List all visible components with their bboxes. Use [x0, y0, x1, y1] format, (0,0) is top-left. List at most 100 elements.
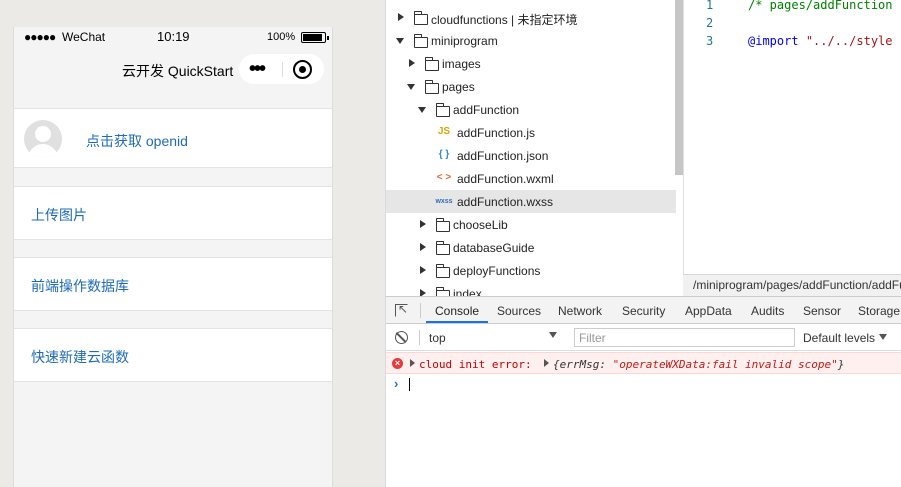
folder-icon: [436, 218, 450, 232]
get-openid-link[interactable]: 点击获取 openid: [86, 131, 188, 151]
error-object-open: {errMsg:: [553, 358, 613, 371]
tree-folder[interactable]: images: [386, 52, 676, 75]
tree-item-label: images: [442, 57, 481, 71]
import-keyword: @import: [748, 34, 799, 48]
tree-item-label: chooseLib: [453, 218, 508, 232]
inspect-element-icon[interactable]: [395, 302, 408, 317]
menu-capsule[interactable]: •••: [239, 54, 324, 84]
wxss-file-icon: wxss: [435, 198, 453, 205]
tree-item-label: pages: [442, 80, 475, 94]
tree-item-label: miniprogram: [431, 34, 498, 48]
folder-open-icon: [436, 103, 450, 117]
battery-icon: [301, 32, 329, 43]
database-link[interactable]: 前端操作数据库: [31, 276, 129, 296]
console-toolbar: top Filter Default levels: [386, 324, 901, 351]
capsule-divider: [282, 62, 283, 77]
chevron-right-icon[interactable]: [420, 266, 426, 274]
error-object-close: }: [837, 358, 845, 371]
avatar-head-icon: [35, 126, 51, 142]
js-file-icon: JS: [437, 126, 451, 137]
wxml-file-icon: < >: [436, 172, 452, 183]
tab-sources[interactable]: Sources: [497, 304, 541, 318]
expand-caret-icon[interactable]: [410, 359, 415, 367]
log-levels-select[interactable]: Default levels: [803, 331, 875, 345]
upload-image-card[interactable]: 上传图片: [14, 186, 332, 240]
tree-item-label: addFunction.wxss: [457, 195, 554, 209]
tab-sensor[interactable]: Sensor: [803, 304, 841, 318]
folder-icon: [436, 241, 450, 255]
tree-item-label: addFunction.js: [457, 126, 536, 140]
tab-appdata[interactable]: AppData: [685, 304, 732, 318]
tab-audits[interactable]: Audits: [751, 304, 784, 318]
chevron-right-icon[interactable]: [420, 243, 426, 251]
devtools-panel: Console Sources Network Security AppData…: [385, 296, 901, 487]
devtools-tab-bar: Console Sources Network Security AppData…: [386, 297, 901, 324]
tree-folder[interactable]: pages: [386, 75, 676, 98]
error-icon: ×: [392, 358, 403, 369]
cloud-function-card[interactable]: 快速新建云函数: [14, 328, 332, 382]
avatar: [24, 120, 62, 158]
more-icon[interactable]: •••: [249, 58, 266, 81]
avatar-body-icon: [28, 144, 58, 158]
openid-card[interactable]: 点击获取 openid: [14, 108, 332, 168]
status-time: 10:19: [157, 29, 190, 44]
tab-divider: [420, 303, 421, 318]
chevron-right-icon[interactable]: [409, 59, 415, 67]
chevron-down-icon[interactable]: [549, 332, 557, 338]
file-tree-scrollbar[interactable]: [675, 0, 683, 175]
tree-file[interactable]: { } addFunction.json: [386, 144, 676, 167]
clear-console-icon[interactable]: [395, 331, 408, 344]
tree-folder[interactable]: databaseGuide: [386, 236, 676, 259]
page-title: 云开发 QuickStart: [122, 63, 234, 79]
tree-folder[interactable]: cloudfunctions | 未指定环境: [386, 6, 676, 29]
line-number: 3: [706, 34, 714, 48]
chevron-right-icon[interactable]: [398, 13, 404, 21]
tree-file[interactable]: JS addFunction.js: [386, 121, 676, 144]
active-tab-indicator: [426, 321, 488, 323]
tab-storage[interactable]: Storage: [858, 304, 900, 318]
line-number: 1: [706, 0, 714, 12]
chevron-down-icon[interactable]: [396, 38, 404, 44]
tree-item-label: deployFunctions: [453, 264, 541, 278]
json-file-icon: { }: [438, 149, 450, 160]
error-object-value: "operateWXData:fail invalid scope": [612, 358, 838, 371]
error-object[interactable]: {errMsg: "operateWXData:fail invalid sco…: [553, 358, 844, 371]
code-line-import: @import "../../style: [748, 34, 893, 48]
tab-network[interactable]: Network: [558, 304, 602, 318]
folder-open-icon: [414, 34, 428, 48]
tab-console[interactable]: Console: [435, 304, 479, 318]
chevron-down-icon[interactable]: [879, 334, 887, 340]
console-prompt[interactable]: ›: [386, 375, 901, 395]
battery-percent: 100%: [267, 31, 296, 43]
tree-item-label: addFunction.wxml: [457, 172, 554, 186]
expand-caret-icon[interactable]: [544, 359, 549, 367]
prompt-chevron-icon: ›: [394, 376, 399, 391]
folder-icon: [436, 264, 450, 278]
tree-file[interactable]: < > addFunction.wxml: [386, 167, 676, 190]
tree-folder[interactable]: chooseLib: [386, 213, 676, 236]
context-select[interactable]: top: [426, 329, 559, 347]
chevron-right-icon[interactable]: [420, 220, 426, 228]
text-cursor: [409, 378, 410, 391]
database-card[interactable]: 前端操作数据库: [14, 257, 332, 311]
folder-open-icon: [425, 80, 439, 94]
tree-folder[interactable]: addFunction: [386, 98, 676, 121]
code-editor[interactable]: 1 /* pages/addFunction 2 3 @import "../.…: [683, 0, 901, 274]
tree-item-label: databaseGuide: [453, 241, 535, 255]
error-message: cloud init error:: [419, 358, 532, 371]
tree-file[interactable]: wxss addFunction.wxss: [386, 190, 676, 213]
cloud-function-link[interactable]: 快速新建云函数: [31, 347, 129, 367]
tree-item-label: cloudfunctions | 未指定环境: [431, 13, 578, 27]
tab-security[interactable]: Security: [622, 304, 665, 318]
folder-icon: [425, 57, 439, 71]
phone-screen: ●●●●● WeChat 10:19 100% 云开发 QuickStart •…: [13, 27, 333, 487]
filter-input[interactable]: Filter: [574, 328, 795, 347]
chevron-down-icon[interactable]: [407, 84, 415, 90]
upload-image-link[interactable]: 上传图片: [31, 205, 87, 225]
file-tree: cloudfunctions | 未指定环境 miniprogram images p…: [385, 0, 683, 298]
console-error-row[interactable]: × cloud init error: {errMsg: "operateWXD…: [386, 352, 901, 374]
tree-folder[interactable]: miniprogram: [386, 29, 676, 52]
tree-folder[interactable]: deployFunctions: [386, 259, 676, 282]
close-record-icon[interactable]: [293, 60, 312, 79]
chevron-down-icon[interactable]: [418, 107, 426, 113]
